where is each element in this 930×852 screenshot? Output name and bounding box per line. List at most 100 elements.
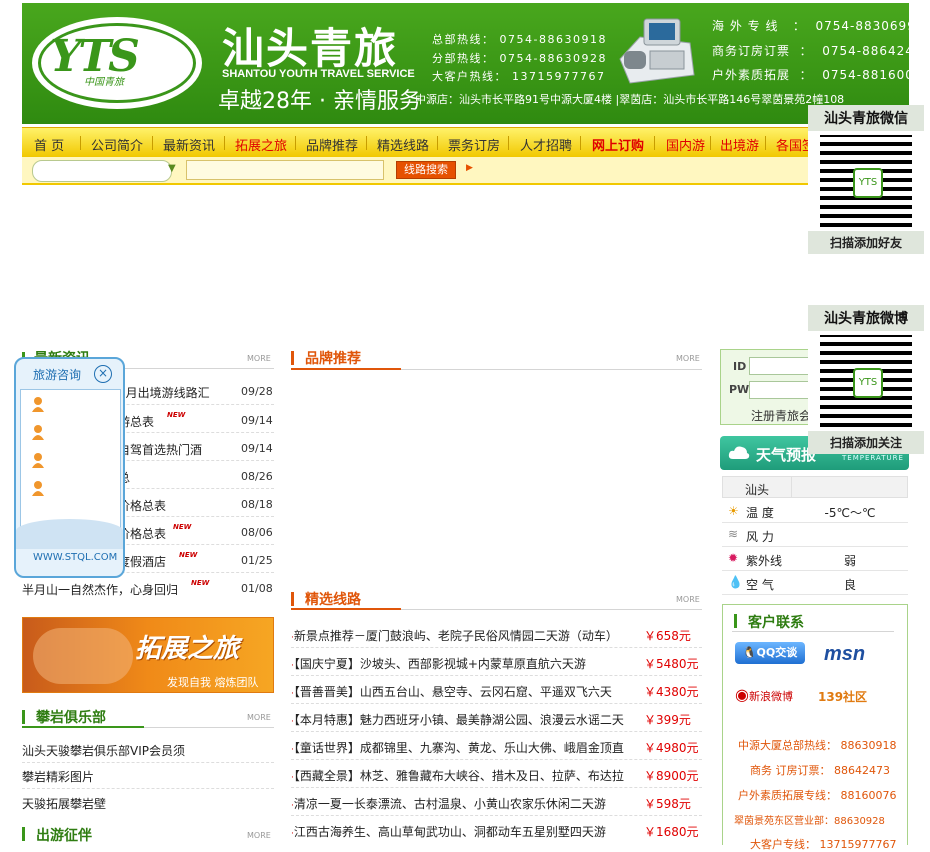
news-item[interactable]: 自驾首选热门酒 (118, 441, 202, 458)
nav-routes[interactable]: 精选线路 (377, 135, 429, 154)
route-item[interactable]: ·清凉一夏一长泰漂流、古村温泉、小黄山农家乐休闲二天游 (291, 795, 636, 812)
weather-row-air: 💧 空 气 良 (722, 572, 908, 595)
droplet-icon: 💧 (728, 575, 743, 589)
weibo-button[interactable]: ◉新浪微博 (735, 685, 805, 707)
consult-agent-list (20, 389, 121, 531)
travel-more-link[interactable]: MORE (247, 831, 271, 840)
sun-icon: ☀ (728, 504, 739, 518)
route-item[interactable]: ·【西藏全景】林芝、雅鲁藏布大峡谷、措木及日、拉萨、布达拉 (291, 767, 636, 784)
route-name: 【本月特惠】魅力西班牙小镇、最美静湖公园、浪漫云水谣二天 (293, 713, 624, 727)
nav-domestic[interactable]: 国内游 (666, 135, 705, 154)
nav-jobs[interactable]: 人才招聘 (520, 135, 572, 154)
nav-about[interactable]: 公司简介 (91, 135, 143, 154)
qq-label: QQ交谈 (756, 646, 798, 659)
person-icon[interactable] (31, 396, 45, 412)
route-type-select[interactable] (32, 160, 172, 182)
climb-more-link[interactable]: MORE (247, 713, 271, 722)
climb-title: 攀岩俱乐部 (36, 710, 106, 726)
route-name: 【童话世界】成都锦里、九寨沟、黄龙、乐山大佛、峨眉金顶直 (293, 741, 624, 755)
expansion-banner[interactable]: 拓展之旅 发现自我 熔炼团队 (22, 617, 274, 693)
route-name: 清凉一夏一长泰漂流、古村温泉、小黄山农家乐休闲二天游 (293, 797, 606, 811)
news-more-link[interactable]: MORE (247, 354, 271, 363)
contact-hotline: 大客户专线： 13715977767 (750, 838, 897, 851)
route-item[interactable]: ·江西古海养生、高山草甸武功山、洞都动车五星别墅四天游 (291, 823, 636, 840)
wechat-qr-code[interactable]: YTS (820, 135, 912, 227)
news-item[interactable]: 价格总表 (118, 525, 166, 542)
nav-tickets[interactable]: 票务订房 (448, 135, 500, 154)
weibo-label: 新浪微博 (748, 690, 793, 703)
route-item[interactable]: ·【本月特惠】魅力西班牙小镇、最美静湖公园、浪漫云水谣二天 (291, 711, 636, 728)
route-name: 新景点推荐－厦门鼓浪屿、老院子民俗风情园二天游（动车） (293, 629, 618, 643)
nav-order[interactable]: 网上订购 (592, 135, 644, 154)
route-item[interactable]: ·【童话世界】成都锦里、九寨沟、黄龙、乐山大佛、峨眉金顶直 (291, 739, 636, 756)
community-139-button[interactable]: 139社区 (818, 688, 867, 705)
section-underline (22, 726, 144, 728)
nav-divider (437, 136, 438, 150)
banner-title: 拓展之旅 (135, 634, 240, 664)
chevron-down-icon[interactable]: ▼ (168, 163, 176, 174)
route-item[interactable]: ·【国庆宁夏】沙坡头、西部影视城+内蒙草原直航六天游 (291, 655, 636, 672)
ext-line-business: 商务订房订票 ： 0754-88642473 (712, 44, 930, 58)
username-input[interactable] (749, 357, 811, 375)
person-icon[interactable] (31, 424, 45, 440)
weather-city-row: 汕头 (722, 476, 908, 498)
news-item[interactable]: 半月山一自然杰作，心身回归 (22, 581, 178, 598)
nav-divider (152, 136, 153, 150)
weather-row-temp: ☀ 温 度 -5℃～℃ (722, 500, 908, 523)
contact-hotline: 户外素质拓展专线： 88160076 (738, 789, 897, 802)
news-date: 09/28 (241, 385, 273, 398)
row-divider (291, 787, 702, 788)
nav-expansion[interactable]: 拓展之旅 (235, 135, 287, 154)
nav-home[interactable]: 首 页 (34, 135, 64, 154)
qr-logo: YTS (853, 368, 883, 398)
close-icon[interactable]: × (94, 365, 112, 383)
route-name: 江西古海养生、高山草甸武功山、洞都动车五星别墅四天游 (293, 825, 606, 839)
qq-chat-button[interactable]: 🐧QQ交谈 (735, 642, 805, 664)
contact-hotline: 翠茵景苑东区营业部：88630928 (734, 816, 885, 827)
wechat-qr-title: 汕头青旅微信 (808, 105, 924, 131)
route-item[interactable]: ·【晋善晋美】山西五台山、悬空寺、云冈石窟、平遥双飞六天 (291, 683, 636, 700)
search-button[interactable]: 线路搜索 (396, 161, 456, 179)
register-link[interactable]: 注册青旅会 (751, 407, 811, 424)
widget-url[interactable]: WWW.STQL.COM (33, 552, 117, 563)
nav-news[interactable]: 最新资讯 (163, 135, 215, 154)
routes-more-link[interactable]: MORE (676, 595, 700, 604)
brand-subtitle: SHANTOU YOUTH TRAVEL SERVICE (222, 68, 415, 80)
widget-wave (16, 519, 123, 549)
ext-line-overseas: 海 外 专 线 ： 0754-88306998 (712, 19, 925, 33)
person-icon[interactable] (31, 480, 45, 496)
person-icon[interactable] (31, 452, 45, 468)
cell-divider (791, 477, 792, 497)
route-name: 【国庆宁夏】沙坡头、西部影视城+内蒙草原直航六天游 (293, 657, 586, 671)
nav-outbound[interactable]: 出境游 (720, 135, 759, 154)
route-price: ￥8900元 (644, 769, 699, 783)
climb-item[interactable]: 天骏拓展攀岩壁 (22, 795, 106, 812)
row-divider (22, 762, 274, 763)
logo-cn-text: 中国青旅 (84, 77, 124, 88)
consult-widget: 旅游咨询 × WWW.STQL.COM (14, 357, 125, 578)
password-input[interactable] (749, 381, 811, 399)
nav-divider (765, 136, 766, 150)
news-item[interactable]: 度假酒店 (118, 553, 166, 570)
brand-more-link[interactable]: MORE (676, 354, 700, 363)
weibo-qr-code[interactable]: YTS (820, 335, 912, 427)
nav-brand[interactable]: 品牌推荐 (306, 135, 358, 154)
contact-hotline: 商务 订房订票： 88642473 (750, 764, 890, 777)
news-date: 01/08 (241, 582, 273, 595)
new-badge: NEW (179, 551, 198, 559)
route-item[interactable]: ·新景点推荐－厦门鼓浪屿、老院子民俗风情园二天游（动车） (291, 627, 636, 644)
msn-button[interactable]: msn (824, 643, 865, 666)
wechat-qr-caption: 扫描添加好友 (808, 231, 924, 254)
banner-subtitle: 发现自我 熔炼团队 (167, 676, 259, 689)
weibo-icon: ◉ (735, 685, 749, 704)
search-input[interactable] (186, 160, 384, 180)
news-item[interactable]: 价格总表 (118, 497, 166, 514)
news-date: 08/18 (241, 498, 273, 511)
new-badge: NEW (191, 579, 210, 587)
climb-item[interactable]: 汕头天骏攀岩俱乐部VIP会员须 (22, 742, 185, 759)
route-price: ￥4380元 (644, 685, 699, 699)
news-item[interactable]: 2月出境游线路汇 (118, 384, 210, 401)
climb-item[interactable]: 攀岩精彩图片 (22, 768, 94, 785)
row-divider (291, 647, 702, 648)
qq-icon: 🐧 (742, 646, 757, 659)
